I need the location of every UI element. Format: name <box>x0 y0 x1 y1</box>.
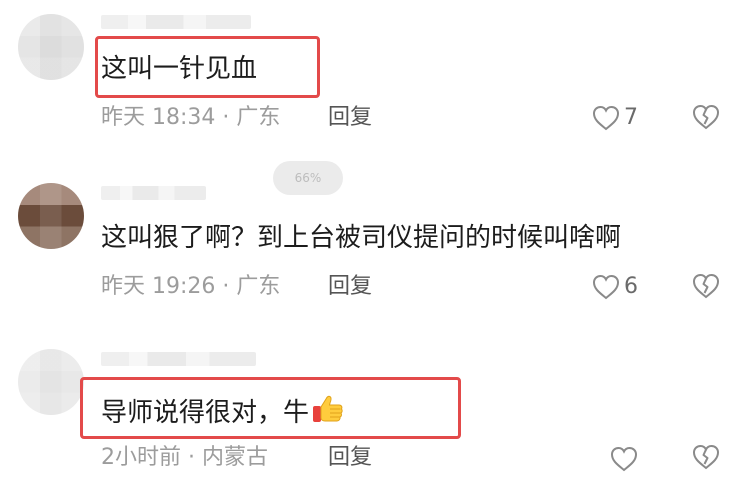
avatar[interactable] <box>18 14 84 80</box>
dislike-button[interactable] <box>692 444 722 474</box>
comment-text-wrap: 导师说得很对，牛 <box>101 393 345 434</box>
like-count: 7 <box>624 105 638 130</box>
comment-meta: 昨天 18:34 · 广东 <box>101 105 281 130</box>
reply-button[interactable]: 回复 <box>328 444 372 472</box>
broken-heart-icon <box>692 104 722 130</box>
avatar[interactable] <box>18 349 84 415</box>
zoom-indicator: 66% <box>273 161 343 195</box>
comment-text: 导师说得很对，牛 <box>101 398 310 428</box>
username[interactable] <box>101 352 256 366</box>
heart-icon <box>610 446 638 472</box>
broken-heart-icon <box>692 273 722 299</box>
reply-button[interactable]: 回复 <box>328 104 372 132</box>
thumbs-up-icon <box>311 393 345 434</box>
username[interactable] <box>101 15 251 29</box>
dislike-button[interactable] <box>692 104 722 134</box>
comment-meta: 昨天 19:26 · 广东 <box>101 274 281 299</box>
username[interactable] <box>101 186 206 200</box>
reply-button[interactable]: 回复 <box>328 273 372 301</box>
heart-icon <box>592 274 620 300</box>
heart-icon <box>592 105 620 131</box>
like-button[interactable]: 7 <box>592 103 662 133</box>
like-button[interactable]: 6 <box>592 272 662 302</box>
comment-meta: 2小时前 · 内蒙古 <box>101 445 268 470</box>
comment-text: 这叫狠了啊？到上台被司仪提问的时候叫啥啊 <box>101 223 622 253</box>
broken-heart-icon <box>692 444 722 470</box>
like-button[interactable] <box>610 444 680 474</box>
like-count: 6 <box>624 274 638 299</box>
comment-text: 这叫一针见血 <box>101 54 258 84</box>
avatar[interactable] <box>18 183 84 249</box>
dislike-button[interactable] <box>692 273 722 303</box>
